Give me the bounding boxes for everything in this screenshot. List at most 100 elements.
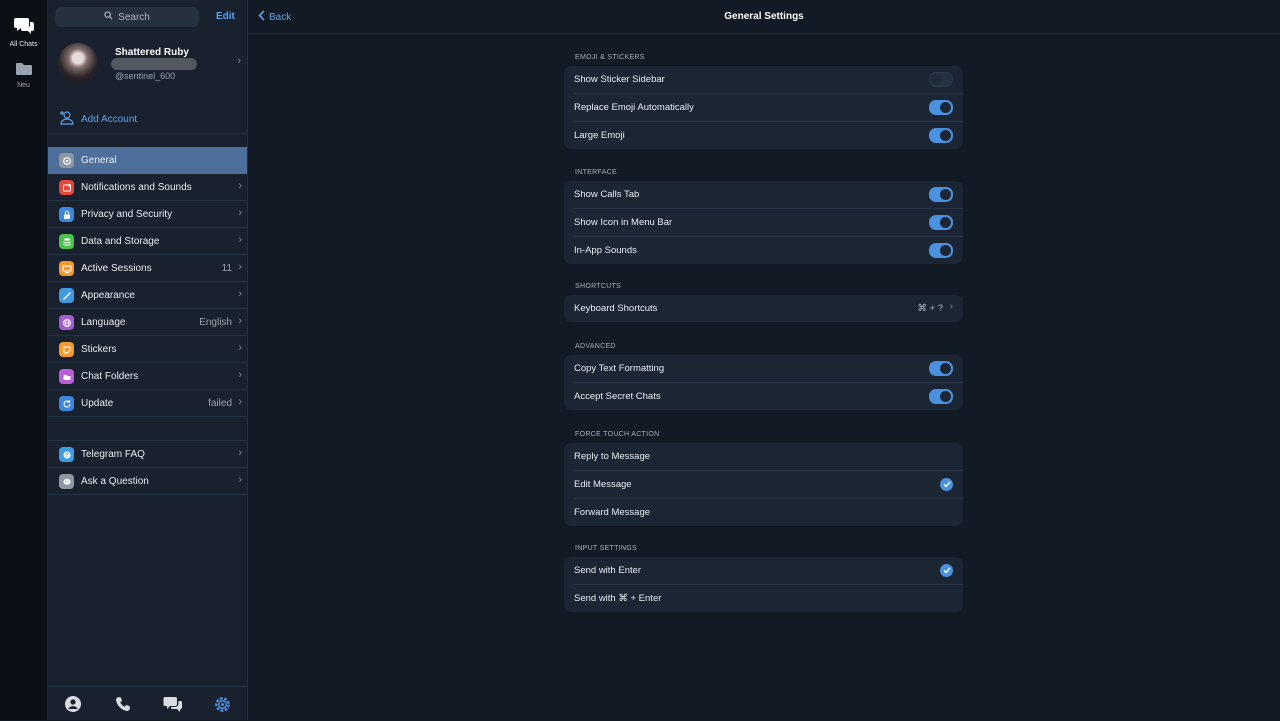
tab-settings[interactable]: [213, 695, 232, 717]
bell-icon: [59, 180, 74, 195]
phone-icon: [114, 697, 132, 716]
edit-button[interactable]: Edit: [216, 11, 235, 22]
section-title-shortcuts: SHORTCUTS: [575, 283, 622, 290]
show-sticker-sidebar-toggle[interactable]: [929, 72, 953, 87]
emoji-settings-card: Show Sticker Sidebar Replace Emoji Autom…: [564, 66, 963, 149]
sidebar-item-label: Chat Folders: [81, 370, 139, 382]
folder-rail: All Chats Neu: [0, 0, 48, 720]
setting-label: Send with ⌘ + Enter: [574, 593, 662, 604]
accept-secret-chats-toggle[interactable]: [929, 389, 953, 404]
send-with-enter-option[interactable]: Send with Enter: [574, 557, 963, 585]
setting-label: Accept Secret Chats: [574, 391, 661, 402]
accept-secret-chats-row: Accept Secret Chats: [574, 383, 963, 410]
lock-icon: [59, 207, 74, 222]
sidebar-item-general[interactable]: General: [48, 147, 247, 174]
tab-contacts[interactable]: [64, 695, 82, 716]
redacted-phone: [111, 58, 197, 70]
sidebar-item-label: Telegram FAQ: [81, 448, 145, 460]
reply-to-message-option[interactable]: Reply to Message: [574, 443, 963, 471]
shortcuts-card: Keyboard Shortcuts ⌘ + ? ›: [564, 295, 963, 322]
setting-label: Forward Message: [574, 507, 651, 518]
sidebar-item-stickers[interactable]: Stickers ›: [48, 336, 247, 363]
profile-name: Shattered Ruby: [115, 47, 189, 58]
checkmark-icon: [940, 478, 953, 491]
shortcut-value: ⌘ + ?: [917, 303, 943, 314]
chevron-right-icon: ›: [238, 180, 242, 192]
edit-message-option[interactable]: Edit Message: [574, 471, 963, 499]
show-icon-menu-bar-toggle[interactable]: [929, 215, 953, 230]
monitor-icon: [59, 261, 74, 276]
checkmark-icon: [940, 564, 953, 577]
show-calls-tab-row: Show Calls Tab: [574, 181, 963, 209]
setting-label: Copy Text Formatting: [574, 363, 665, 374]
advanced-settings-card: Copy Text Formatting Accept Secret Chats: [564, 355, 963, 410]
sidebar-item-language[interactable]: Language English ›: [48, 309, 247, 336]
sidebar-item-data-storage[interactable]: Data and Storage ›: [48, 228, 247, 255]
gear-icon: [59, 153, 74, 168]
chevron-right-icon: ›: [238, 447, 242, 459]
search-icon: [104, 11, 113, 23]
sessions-count: 11: [221, 262, 232, 274]
search-placeholder: Search: [118, 11, 150, 23]
folder-icon: [59, 369, 74, 384]
chat-bubbles-icon: [13, 18, 35, 39]
sidebar-item-chat-folders[interactable]: Chat Folders ›: [48, 363, 247, 390]
sidebar-item-notifications[interactable]: Notifications and Sounds ›: [48, 174, 247, 201]
gear-icon: [213, 697, 232, 717]
avatar: [58, 43, 98, 83]
chevron-right-icon: ›: [238, 288, 242, 300]
show-calls-tab-toggle[interactable]: [929, 187, 953, 202]
section-title-advanced: ADVANCED: [575, 343, 616, 350]
top-bar: Back General Settings: [248, 0, 1280, 34]
main-content: Back General Settings EMOJI & STICKERS S…: [248, 0, 1280, 720]
section-title-force-touch: FORCE TOUCH ACTION: [575, 431, 660, 438]
add-account-label: Add Account: [81, 114, 138, 125]
send-with-cmd-enter-option[interactable]: Send with ⌘ + Enter: [574, 585, 963, 612]
question-icon: ?: [59, 447, 74, 462]
chevron-right-icon: ›: [238, 234, 242, 246]
bottom-tab-bar: [48, 686, 247, 721]
search-input[interactable]: Search: [55, 7, 199, 27]
chevron-right-icon: ›: [238, 315, 242, 327]
folder-neu[interactable]: Neu: [0, 61, 47, 89]
show-icon-menu-bar-row: Show Icon in Menu Bar: [574, 209, 963, 237]
sidebar-item-privacy[interactable]: Privacy and Security ›: [48, 201, 247, 228]
globe-icon: [59, 315, 74, 330]
keyboard-shortcuts-row[interactable]: Keyboard Shortcuts ⌘ + ? ›: [574, 295, 963, 322]
setting-label: Show Calls Tab: [574, 189, 640, 200]
section-title-emoji: EMOJI & STICKERS: [575, 54, 645, 61]
replace-emoji-toggle[interactable]: [929, 100, 953, 115]
setting-label: Send with Enter: [574, 565, 642, 576]
sidebar-item-update[interactable]: Update failed ›: [48, 390, 247, 417]
in-app-sounds-row: In-App Sounds: [574, 237, 963, 264]
sidebar-item-ask-question[interactable]: Ask a Question ›: [48, 468, 247, 495]
setting-label: Reply to Message: [574, 451, 651, 462]
large-emoji-toggle[interactable]: [929, 128, 953, 143]
chevron-right-icon: ›: [238, 474, 242, 486]
add-account-button[interactable]: Add Account: [48, 106, 247, 134]
settings-menu: General Notifications and Sounds › Priva…: [48, 147, 247, 417]
tab-calls[interactable]: [114, 695, 132, 716]
database-icon: [59, 234, 74, 249]
forward-message-option[interactable]: Forward Message: [574, 499, 963, 526]
in-app-sounds-toggle[interactable]: [929, 243, 953, 258]
refresh-icon: [59, 396, 74, 411]
chevron-right-icon: ›: [238, 369, 242, 381]
sidebar-item-label: Active Sessions: [81, 262, 152, 274]
replace-emoji-row: Replace Emoji Automatically: [574, 94, 963, 122]
sidebar-item-label: Privacy and Security: [81, 208, 173, 220]
profile-row[interactable]: Shattered Ruby @sentinel_600 ›: [48, 40, 247, 88]
sidebar-item-appearance[interactable]: Appearance ›: [48, 282, 247, 309]
add-user-icon: [59, 110, 75, 129]
copy-text-formatting-toggle[interactable]: [929, 361, 953, 376]
page-title: General Settings: [724, 11, 804, 22]
help-menu: ? Telegram FAQ › Ask a Question ›: [48, 440, 247, 495]
tab-chats[interactable]: [163, 695, 183, 716]
sidebar-item-active-sessions[interactable]: Active Sessions 11 ›: [48, 255, 247, 282]
setting-label: Edit Message: [574, 479, 632, 490]
chevron-right-icon: ›: [949, 301, 953, 312]
sidebar-item-label: Stickers: [81, 343, 117, 355]
chat-bubble-icon: [59, 474, 74, 489]
sidebar-item-telegram-faq[interactable]: ? Telegram FAQ ›: [48, 441, 247, 468]
all-chats-folder[interactable]: All Chats: [0, 16, 47, 48]
